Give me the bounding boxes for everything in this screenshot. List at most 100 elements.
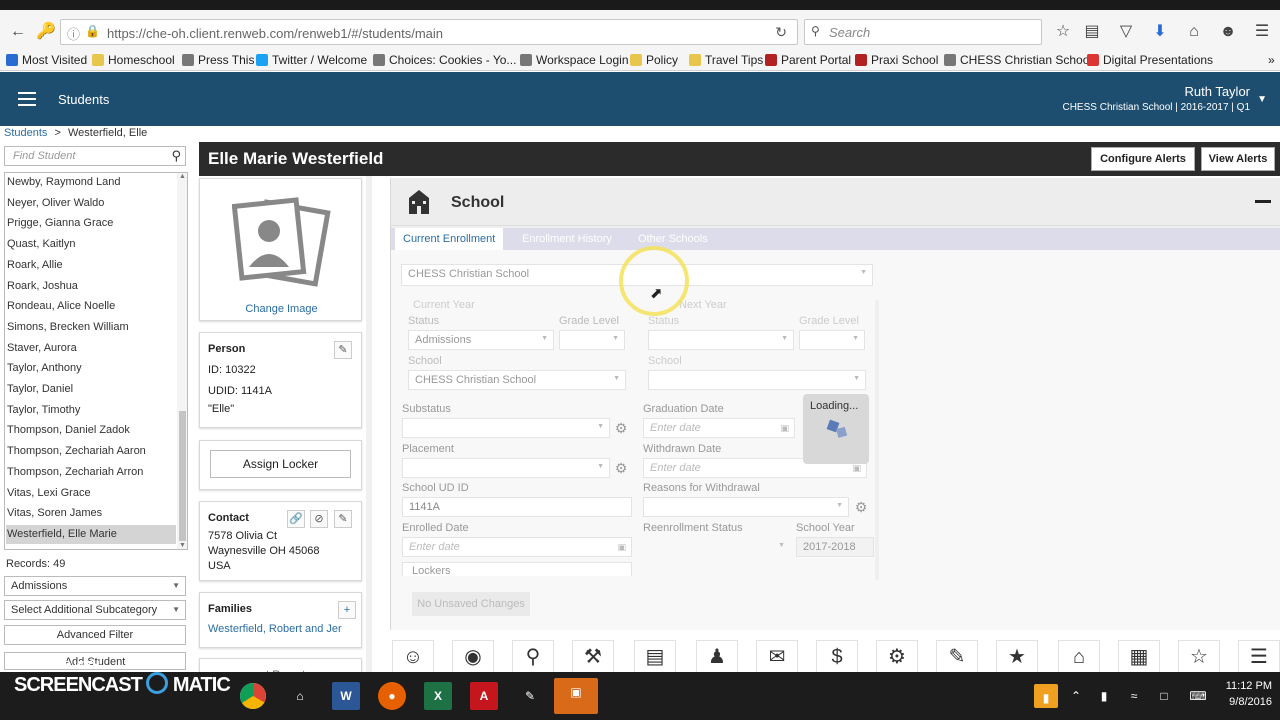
edit-person-pencil-icon[interactable]: ✎ bbox=[334, 341, 352, 359]
tray-app-icon[interactable]: ▮ bbox=[1034, 684, 1058, 708]
bookmark-item[interactable]: Praxi School bbox=[855, 53, 938, 67]
next-status-select[interactable]: ▼ bbox=[648, 330, 794, 350]
calendar-icon[interactable]: ▣ bbox=[852, 463, 861, 474]
middle-panel-scrollbar[interactable] bbox=[366, 176, 372, 676]
student-list-item[interactable]: Roark, Joshua bbox=[6, 277, 176, 296]
people-icon[interactable]: ♟ bbox=[696, 640, 738, 674]
wifi-icon[interactable]: ≈ bbox=[1120, 682, 1148, 710]
reasons-gear-icon[interactable]: ⚙ bbox=[853, 499, 869, 515]
bookmark-item[interactable]: Travel Tips bbox=[689, 53, 763, 67]
student-list-item[interactable]: Newby, Raymond Land bbox=[6, 173, 176, 192]
find-student-input[interactable]: Find Student ⚲ bbox=[4, 146, 186, 166]
key-icon[interactable]: 🔑 bbox=[36, 22, 56, 42]
bookmarks-overflow-icon[interactable]: » bbox=[1268, 53, 1275, 67]
school-year-input[interactable]: 2017-2018 bbox=[796, 537, 874, 557]
reasons-withdrawal-select[interactable]: ▼ bbox=[643, 497, 849, 517]
document-icon[interactable]: ☰ bbox=[1238, 640, 1280, 674]
student-list-item[interactable]: Thompson, Daniel Zadok bbox=[6, 421, 176, 440]
user-menu-chevron-icon[interactable]: ▼ bbox=[1257, 94, 1267, 105]
bookmark-star-icon[interactable]: ☆ bbox=[1053, 22, 1073, 42]
bookmark-item[interactable]: Press This bbox=[182, 53, 254, 67]
student-list-item[interactable]: Vitas, Soren James bbox=[6, 504, 176, 523]
family-link[interactable]: Westerfield, Robert and Jer bbox=[208, 623, 342, 635]
grade-level-select[interactable]: ▼ bbox=[559, 330, 625, 350]
placeholder-photo-icon[interactable] bbox=[231, 197, 332, 293]
url-bar[interactable]: ⓘ 🔒 https://che-oh.client.renweb.com/ren… bbox=[60, 19, 798, 45]
star-badge-icon[interactable]: ★ bbox=[996, 640, 1038, 674]
tab-current-enrollment[interactable]: Current Enrollment bbox=[395, 228, 504, 250]
student-list-item[interactable]: Westerfield, Elle Marie bbox=[6, 524, 176, 544]
back-icon[interactable]: ← bbox=[8, 22, 28, 42]
gavel-icon[interactable]: ⚒ bbox=[572, 640, 614, 674]
student-list-scrollbar[interactable]: ▲ ▼ bbox=[177, 173, 187, 549]
bookmark-item[interactable]: Twitter / Welcome bbox=[256, 53, 367, 67]
building-icon[interactable]: ⌂ bbox=[1058, 640, 1100, 674]
student-list-item[interactable]: Thompson, Zechariah Arron bbox=[6, 463, 176, 482]
id-card-icon[interactable]: ▤ bbox=[634, 640, 676, 674]
home-taskbar-icon[interactable]: ⌂ bbox=[286, 682, 314, 710]
bookmark-item[interactable]: Policy bbox=[630, 53, 678, 67]
money-icon[interactable]: $ bbox=[816, 640, 858, 674]
battery-icon[interactable]: ▮ bbox=[1090, 682, 1118, 710]
view-alerts-button[interactable]: View Alerts bbox=[1201, 147, 1275, 171]
subcategory-select[interactable]: Select Additional Subcategory ▼ bbox=[4, 600, 186, 620]
user-name[interactable]: Ruth Taylor bbox=[1184, 84, 1250, 99]
location-pin-icon[interactable]: ⚲ bbox=[512, 640, 554, 674]
notification-icon[interactable]: □ bbox=[1150, 682, 1178, 710]
minimize-icon[interactable] bbox=[1255, 200, 1271, 203]
bookmark-item[interactable]: Choices: Cookies - Yo... bbox=[373, 53, 516, 67]
substatus-gear-icon[interactable]: ⚙ bbox=[613, 420, 629, 436]
next-grade-level-select[interactable]: ▼ bbox=[799, 330, 865, 350]
gear-head-icon[interactable]: ⚙ bbox=[876, 640, 918, 674]
student-list-scroll-thumb[interactable] bbox=[179, 411, 186, 541]
placement-select[interactable]: ▼ bbox=[402, 458, 610, 478]
form-scrollbar[interactable] bbox=[875, 300, 879, 580]
bookmark-item[interactable]: Most Visited bbox=[6, 53, 87, 67]
student-list-item[interactable]: Staver, Aurora bbox=[6, 339, 176, 358]
student-list-item[interactable]: Vitas, Lexi Grace bbox=[6, 484, 176, 503]
emoji-icon[interactable]: ☻ bbox=[1218, 22, 1238, 42]
active-app-taskbar-icon[interactable]: ▣ bbox=[554, 678, 598, 714]
bookmark-item[interactable]: Homeschool bbox=[92, 53, 175, 67]
student-list-item[interactable]: Thompson, Zechariah Aaron bbox=[6, 442, 176, 461]
browser-search-input[interactable]: ⚲ Search bbox=[804, 19, 1042, 45]
word-taskbar-icon[interactable]: W bbox=[332, 682, 360, 710]
bookmark-item[interactable]: Workspace Login bbox=[520, 53, 629, 67]
mail-clock-icon[interactable]: ✉ bbox=[756, 640, 798, 674]
system-clock[interactable]: 11:12 PM 9/8/2016 bbox=[1226, 678, 1272, 710]
hamburger-menu-icon[interactable] bbox=[18, 92, 36, 106]
pocket-icon[interactable]: ▽ bbox=[1116, 22, 1136, 42]
school-ud-id-input[interactable]: 1141A bbox=[402, 497, 632, 517]
download-icon[interactable]: ⬇ bbox=[1150, 22, 1170, 42]
chrome-taskbar-icon[interactable] bbox=[240, 683, 266, 709]
enrolled-date-input[interactable]: Enter date ▣ bbox=[402, 537, 632, 557]
link-icon[interactable]: 🔗 bbox=[287, 510, 305, 528]
unlink-icon[interactable]: ⊘ bbox=[310, 510, 328, 528]
student-list-item[interactable]: Rondeau, Alice Noelle bbox=[6, 297, 176, 316]
keyboard-icon[interactable]: ⌨ bbox=[1184, 682, 1212, 710]
student-list-item[interactable]: Taylor, Timothy bbox=[6, 401, 176, 420]
firefox-taskbar-icon[interactable]: ● bbox=[378, 682, 406, 710]
edit-contact-pencil-icon[interactable]: ✎ bbox=[334, 510, 352, 528]
breadcrumb-students-link[interactable]: Students bbox=[4, 127, 47, 139]
current-school-select[interactable]: CHESS Christian School ▼ bbox=[408, 370, 626, 390]
tray-expand-icon[interactable]: ⌃ bbox=[1062, 682, 1090, 710]
student-list-item[interactable]: Simons, Brecken William bbox=[6, 318, 176, 337]
reading-list-icon[interactable]: ▤ bbox=[1082, 22, 1102, 42]
student-list-item[interactable]: Taylor, Daniel bbox=[6, 380, 176, 399]
excel-taskbar-icon[interactable]: X bbox=[424, 682, 452, 710]
reenrollment-status-select[interactable]: ▼ bbox=[643, 537, 791, 557]
calendar-icon[interactable]: ▣ bbox=[780, 423, 789, 434]
student-list-item[interactable]: Quast, Kaitlyn bbox=[6, 235, 176, 254]
configure-alerts-button[interactable]: Configure Alerts bbox=[1091, 147, 1195, 171]
menu-icon[interactable]: ☰ bbox=[1252, 22, 1272, 42]
owl-icon[interactable]: ◉ bbox=[452, 640, 494, 674]
add-family-plus-icon[interactable]: + bbox=[338, 601, 356, 619]
substatus-select[interactable]: ▼ bbox=[402, 418, 610, 438]
acrobat-taskbar-icon[interactable]: A bbox=[470, 682, 498, 710]
assign-locker-button[interactable]: Assign Locker bbox=[210, 450, 351, 478]
student-list-item[interactable]: Roark, Allie bbox=[6, 256, 176, 275]
category-select[interactable]: Admissions ▼ bbox=[4, 576, 186, 596]
calendar-icon[interactable]: ▣ bbox=[617, 542, 626, 553]
student-list-item[interactable]: Neyer, Oliver Waldo bbox=[6, 194, 176, 213]
